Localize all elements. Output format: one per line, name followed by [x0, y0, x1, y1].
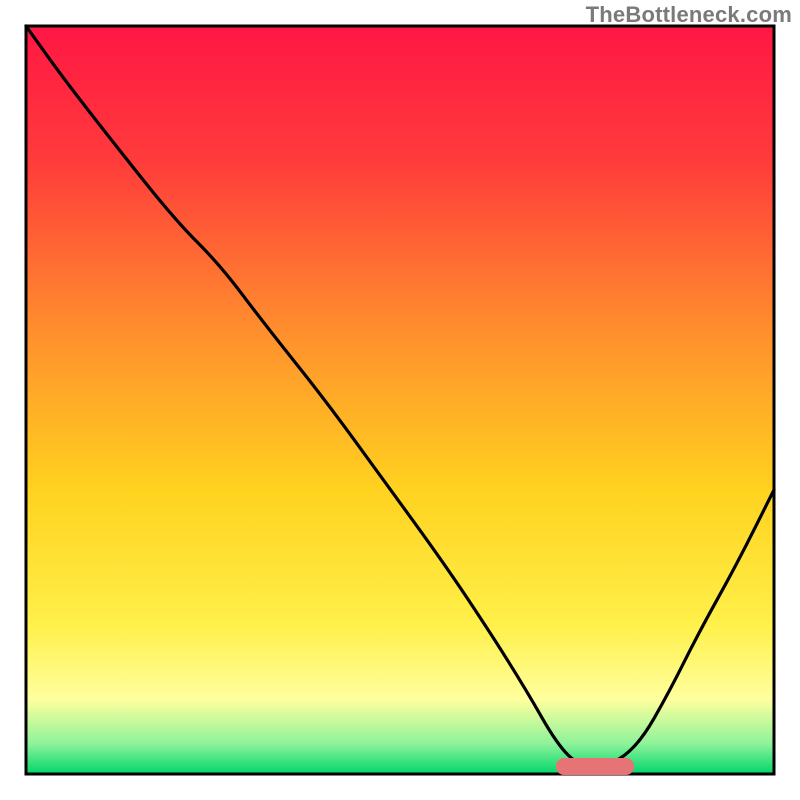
bottleneck-curve-chart: [0, 0, 800, 800]
gradient-background: [26, 26, 774, 774]
watermark-text: TheBottleneck.com: [586, 2, 792, 28]
chart-container: TheBottleneck.com: [0, 0, 800, 800]
optimal-marker: [556, 758, 634, 775]
